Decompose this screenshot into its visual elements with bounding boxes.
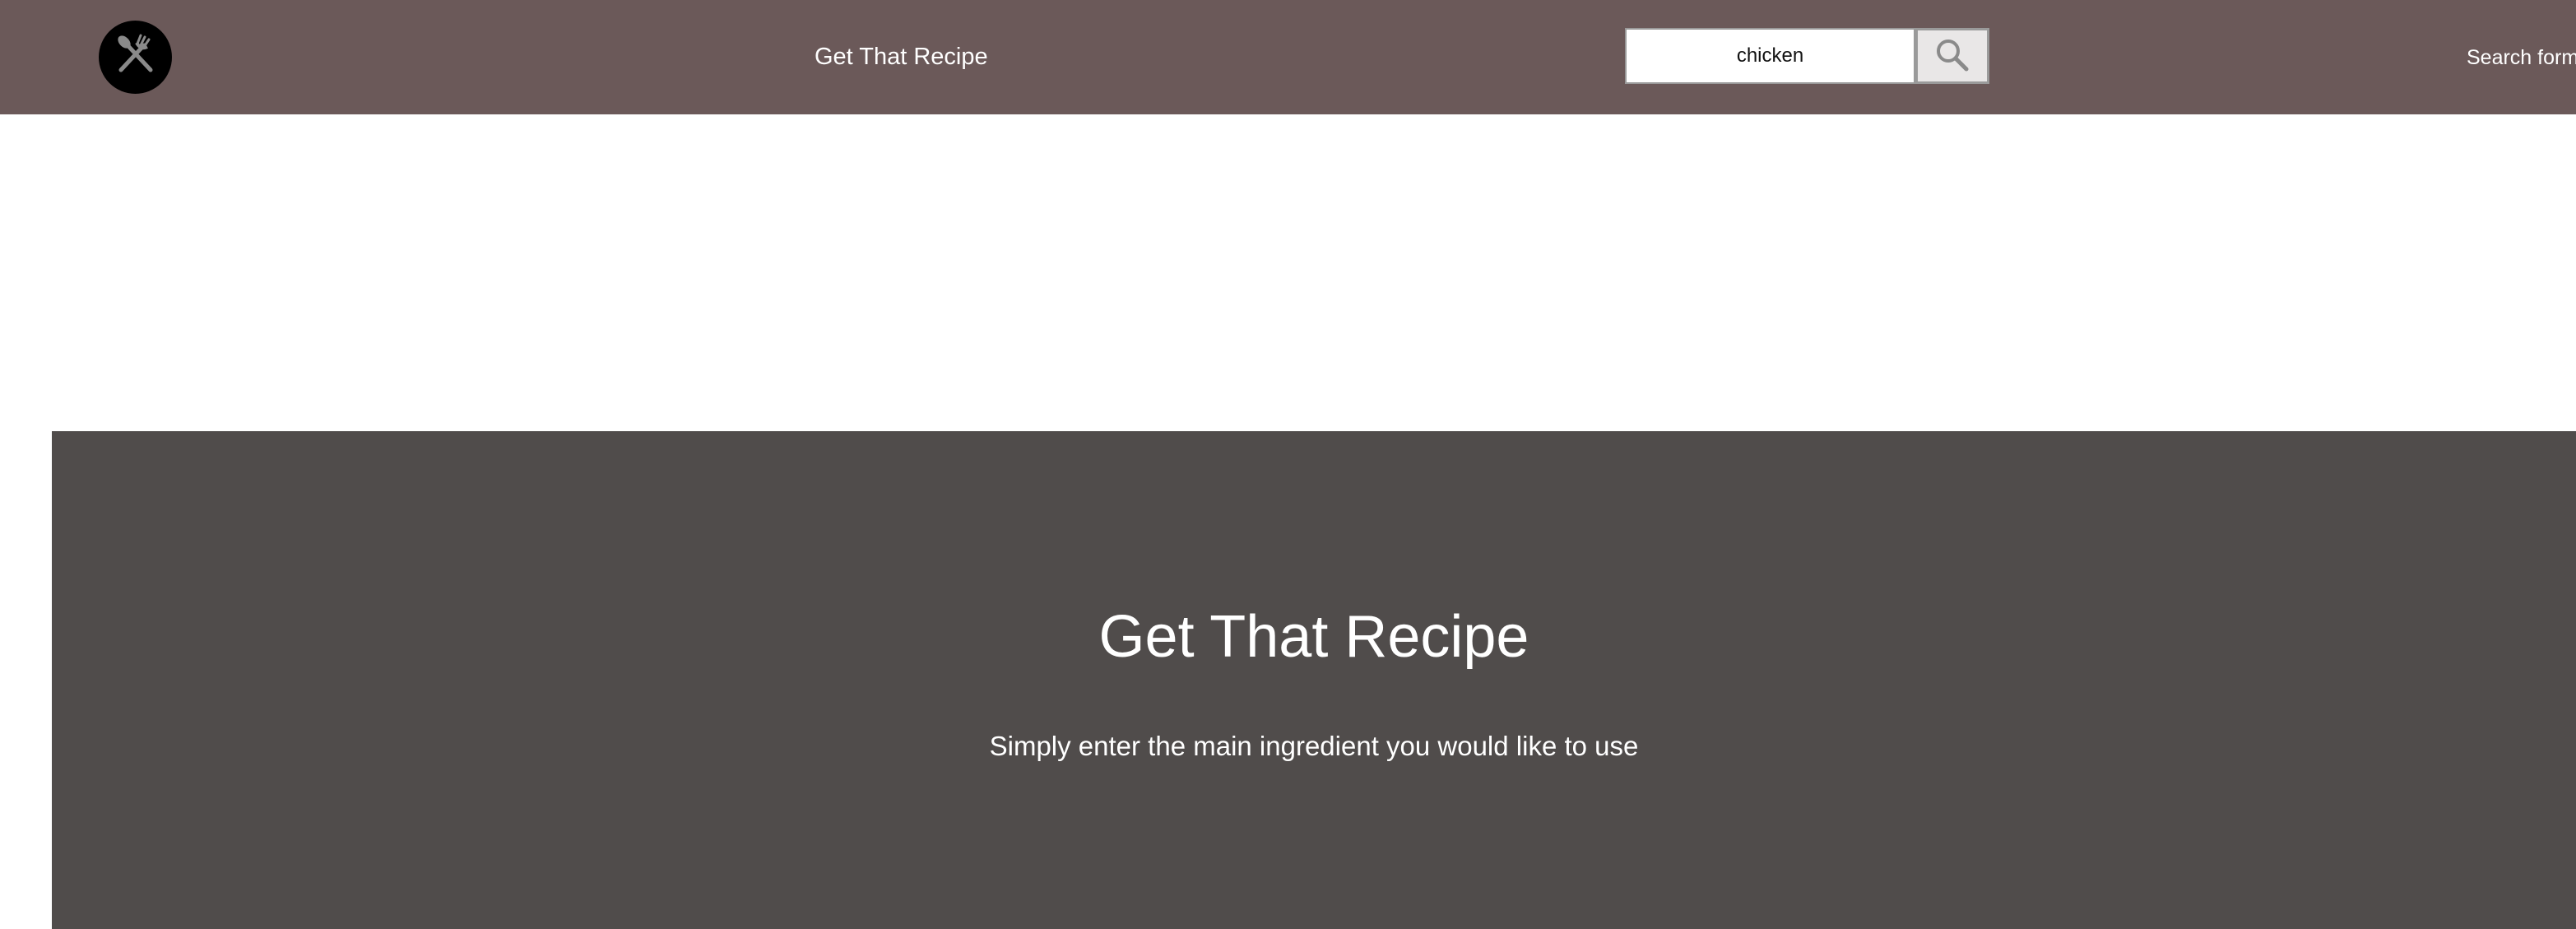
- search-icon: [1932, 35, 1973, 78]
- logo[interactable]: [99, 21, 172, 94]
- hero-banner: Get That Recipe Simply enter the main in…: [52, 431, 2576, 929]
- brand-title[interactable]: Get That Recipe: [815, 41, 988, 72]
- search-button[interactable]: [1915, 28, 1989, 84]
- top-navbar: Get That Recipe Search form: [0, 0, 2576, 114]
- fork-and-knife-icon: [109, 29, 162, 86]
- hero-title: Get That Recipe: [1098, 604, 1529, 670]
- hero-subtitle: Simply enter the main ingredient you wou…: [989, 731, 1639, 761]
- search-form-link[interactable]: Search form: [2467, 43, 2576, 72]
- search-input[interactable]: [1625, 28, 1915, 84]
